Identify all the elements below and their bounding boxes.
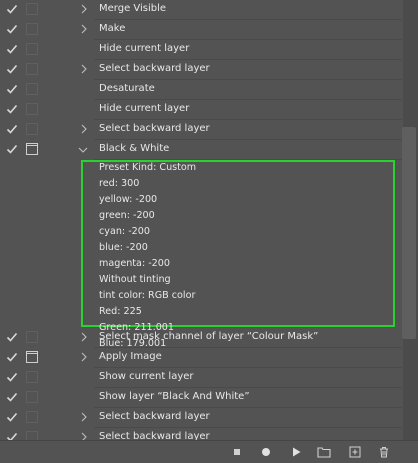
new-action-button[interactable] xyxy=(349,446,361,458)
detail-line: cyan: -200 xyxy=(99,226,150,237)
detail-line: Blue: 179.001 xyxy=(99,338,167,349)
play-button[interactable] xyxy=(290,446,302,458)
delete-button[interactable] xyxy=(378,446,390,458)
detail-line: magenta: -200 xyxy=(99,258,170,269)
stop-button[interactable] xyxy=(231,446,243,458)
chevron-right-icon[interactable] xyxy=(80,124,88,134)
chevron-right-icon[interactable] xyxy=(80,64,88,74)
action-label: Hide current layer xyxy=(99,103,190,114)
action-row[interactable]: Select mask channel of layer “Colour Mas… xyxy=(0,328,402,348)
detail-line: Preset Kind: Custom xyxy=(99,162,197,173)
action-row[interactable]: Show layer “Black And White” xyxy=(0,388,402,408)
action-label: Make xyxy=(99,23,126,34)
dialog-toggle-icon[interactable] xyxy=(26,63,38,75)
checkmark-icon[interactable] xyxy=(6,83,18,95)
detail-line: Green: 211.001 xyxy=(99,322,175,333)
action-label: Show current layer xyxy=(99,371,194,382)
dialog-toggle-icon[interactable] xyxy=(26,143,38,155)
detail-line: green: -200 xyxy=(99,210,155,221)
action-row[interactable]: Hide current layer xyxy=(0,100,402,120)
checkmark-icon[interactable] xyxy=(6,371,18,383)
detail-line: tint color: RGB color xyxy=(99,290,196,301)
chevron-down-icon[interactable] xyxy=(78,146,88,156)
new-set-button[interactable] xyxy=(317,446,331,458)
action-row[interactable]: Select backward layer xyxy=(0,408,402,428)
dialog-toggle-icon[interactable] xyxy=(26,411,38,423)
play-icon xyxy=(290,446,302,458)
checkmark-icon[interactable] xyxy=(6,23,18,35)
action-row[interactable]: Black & White xyxy=(0,140,402,160)
dialog-toggle-icon[interactable] xyxy=(26,43,38,55)
detail-line: Red: 225 xyxy=(99,306,142,317)
action-row[interactable]: Select backward layer xyxy=(0,60,402,80)
action-label: Apply Image xyxy=(99,351,162,362)
chevron-right-icon[interactable] xyxy=(80,24,88,34)
checkmark-icon[interactable] xyxy=(6,331,18,343)
checkmark-icon[interactable] xyxy=(6,43,18,55)
detail-line: blue: -200 xyxy=(99,242,148,253)
checkmark-icon[interactable] xyxy=(6,351,18,363)
dialog-toggle-icon[interactable] xyxy=(26,331,38,343)
action-row[interactable]: Make xyxy=(0,20,402,40)
dialog-toggle-icon[interactable] xyxy=(26,391,38,403)
checkmark-icon[interactable] xyxy=(6,103,18,115)
dialog-toggle-icon[interactable] xyxy=(26,351,38,363)
action-label: Hide current layer xyxy=(99,43,190,54)
dialog-toggle-icon[interactable] xyxy=(26,23,38,35)
checkmark-icon[interactable] xyxy=(6,3,18,15)
dialog-toggle-icon[interactable] xyxy=(26,371,38,383)
folder-icon xyxy=(317,446,331,458)
action-label: Show layer “Black And White” xyxy=(99,391,250,402)
dialog-toggle-icon[interactable] xyxy=(26,123,38,135)
action-row[interactable]: Merge Visible xyxy=(0,0,402,20)
action-row[interactable]: Select backward layer xyxy=(0,120,402,140)
trash-icon xyxy=(378,446,390,458)
checkmark-icon[interactable] xyxy=(6,63,18,75)
action-row[interactable]: Desaturate xyxy=(0,80,402,100)
action-label: Select backward layer xyxy=(99,63,210,74)
chevron-right-icon[interactable] xyxy=(80,4,88,14)
black-white-details-box: Preset Kind: Custom red: 300 yellow: -200 g… xyxy=(81,160,395,349)
action-row[interactable]: Show current layer xyxy=(0,368,402,388)
record-button[interactable] xyxy=(260,446,272,458)
action-label: Merge Visible xyxy=(99,3,167,14)
dialog-toggle-icon[interactable] xyxy=(26,103,38,115)
action-label: Select backward layer xyxy=(99,411,210,422)
checkmark-icon[interactable] xyxy=(6,391,18,403)
circle-icon xyxy=(260,446,272,458)
detail-line: red: 300 xyxy=(99,178,140,189)
action-label: Desaturate xyxy=(99,83,155,94)
chevron-right-icon[interactable] xyxy=(80,332,88,342)
detail-line: yellow: -200 xyxy=(99,194,158,205)
action-label: Black & White xyxy=(99,143,170,154)
detail-line: Without tinting xyxy=(99,274,171,285)
dialog-toggle-icon[interactable] xyxy=(26,83,38,95)
checkmark-icon[interactable] xyxy=(6,123,18,135)
square-icon xyxy=(231,446,243,458)
action-row[interactable]: Apply Image xyxy=(0,348,402,368)
checkmark-icon[interactable] xyxy=(6,411,18,423)
dialog-toggle-icon[interactable] xyxy=(26,3,38,15)
action-label: Select backward layer xyxy=(99,123,210,134)
chevron-right-icon[interactable] xyxy=(80,352,88,362)
actions-toolbar xyxy=(0,440,418,463)
chevron-right-icon[interactable] xyxy=(80,412,88,422)
actions-panel: Merge Visible Make Hide current layer Selec… xyxy=(0,0,418,463)
checkmark-icon[interactable] xyxy=(6,143,18,155)
plus-square-icon xyxy=(349,446,361,458)
action-row[interactable]: Hide current layer xyxy=(0,40,402,60)
scrollbar-thumb[interactable] xyxy=(402,127,416,339)
